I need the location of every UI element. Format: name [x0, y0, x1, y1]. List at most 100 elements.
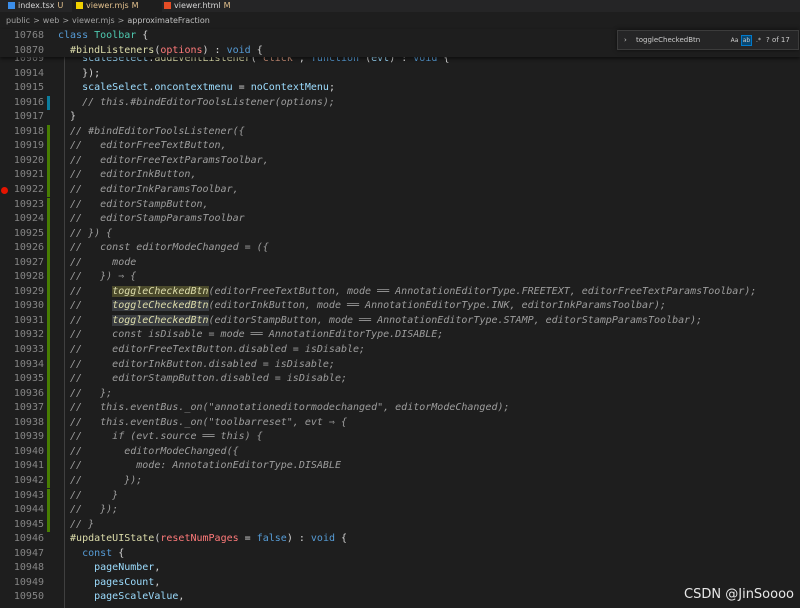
find-input[interactable]: toggleCheckedBtn	[636, 31, 700, 49]
code-token: noContextMenu	[250, 82, 329, 94]
code-line[interactable]: 10932 // const isDisable = mode ══ Annot…	[0, 328, 800, 343]
code-token: // this.eventBus._on("toolbarreset", evt…	[58, 416, 347, 428]
code-line[interactable]: 10925 // }) {	[0, 226, 800, 242]
code-line[interactable]: 10926 // const editorModeChanged = ({	[0, 241, 800, 256]
search-match-highlight: toggleCheckedBtn	[112, 314, 209, 326]
code-token: // editorFreeTextButton,	[58, 140, 227, 152]
code-text: // editorInkButton,	[58, 168, 196, 183]
code-line[interactable]: 10930 // toggleCheckedBtn(editorInkButto…	[0, 299, 800, 314]
git-change-marker	[47, 255, 50, 271]
code-line[interactable]: 10916 // this.#bindEditorToolsListener(o…	[0, 95, 800, 111]
code-token: // editorModeChanged({	[58, 445, 239, 457]
git-change-marker	[47, 168, 50, 183]
line-number: 10939	[13, 431, 44, 443]
code-line[interactable]: 10939 // if (evt.source ══ this) {	[0, 430, 800, 445]
code-line[interactable]: 10915 scaleSelect.oncontextmenu = noCont…	[0, 81, 800, 96]
code-line[interactable]: 10918 // #bindEditorToolsListener({	[0, 124, 800, 140]
code-token: void	[310, 533, 335, 545]
code-editor[interactable]: 10909 scaleSelect.addEventListener("clic…	[0, 57, 800, 608]
breakpoint-icon[interactable]	[1, 186, 8, 194]
code-token: "click"	[256, 57, 299, 64]
code-line[interactable]: 10936 // };	[0, 386, 800, 402]
breadcrumb-item[interactable]: public	[6, 16, 30, 25]
code-line[interactable]: 10934 // editorInkButton.disabled = isDi…	[0, 357, 800, 373]
code-line[interactable]: 10931 // toggleCheckedBtn(editorStampBut…	[0, 313, 800, 329]
line-number: 10930	[13, 300, 44, 312]
code-line[interactable]: 10917 }	[0, 110, 800, 125]
tab-index-tsx[interactable]: index.tsx U	[4, 0, 74, 12]
breadcrumb-item[interactable]: viewer.mjs	[72, 16, 115, 25]
code-line[interactable]: 10940 // editorModeChanged({	[0, 444, 800, 460]
whole-word-toggle[interactable]: ab	[741, 35, 752, 46]
code-token: // if (evt.source ══ this) {	[58, 431, 263, 443]
git-change-marker	[47, 372, 50, 387]
code-token: (	[359, 57, 372, 64]
line-number: 10940	[13, 445, 44, 457]
code-token: oncontextmenu	[154, 82, 233, 94]
code-line[interactable]: 10921 // editorInkButton,	[0, 168, 800, 183]
code-text: // editorInkButton.disabled = isDisable;	[58, 358, 335, 373]
code-token: {	[335, 533, 348, 545]
code-text: // editorModeChanged({	[58, 445, 239, 460]
code-line[interactable]: 10935 // editorStampButton.disabled = is…	[0, 372, 800, 387]
code-text: // #bindEditorToolsListener({	[58, 125, 245, 140]
code-token: // }) {	[58, 227, 113, 239]
code-text: // editorFreeTextButton,	[58, 139, 227, 154]
code-line[interactable]: 10928 // }) ⇒ {	[0, 270, 800, 285]
git-change-marker	[47, 328, 50, 343]
line-number: 10936	[13, 387, 44, 399]
code-token: // const editorModeChanged = ({	[58, 242, 269, 254]
line-number: 10938	[13, 416, 44, 428]
line-number: 10949	[13, 576, 44, 588]
code-line[interactable]: 10923 // editorStampButton,	[0, 197, 800, 212]
code-line[interactable]: 10920 // editorFreeTextParamsToolbar,	[0, 153, 800, 169]
tab-viewer-html[interactable]: viewer.html M	[160, 0, 250, 12]
line-number: 10948	[13, 562, 44, 574]
git-change-marker	[47, 95, 50, 111]
regex-toggle[interactable]: .*	[753, 35, 764, 46]
code-line[interactable]: 10922 // editorInkParamsToolbar,	[0, 182, 800, 198]
git-change-marker	[47, 343, 50, 358]
code-line[interactable]: 10947 const {	[0, 547, 800, 562]
git-change-marker	[47, 313, 50, 329]
code-line[interactable]: 10942 // });	[0, 473, 800, 489]
code-text: const {	[58, 547, 124, 562]
line-number: 10935	[13, 373, 44, 385]
code-line[interactable]: 10924 // editorStampParamsToolbar	[0, 212, 800, 227]
find-widget: › toggleCheckedBtn Aa ab .* ? of 17	[617, 30, 799, 50]
code-line[interactable]: 10945 // }	[0, 517, 800, 533]
code-line[interactable]: 10938 // this.eventBus._on("toolbarreset…	[0, 415, 800, 431]
git-change-marker	[47, 401, 50, 416]
line-number: 10923	[13, 198, 44, 210]
code-token: #bindListeners	[58, 44, 155, 56]
code-token: // editorFreeTextParamsToolbar,	[58, 154, 269, 166]
code-line[interactable]: 10933 // editorFreeTextButton.disabled =…	[0, 343, 800, 358]
line-number: 10947	[13, 547, 44, 559]
match-case-toggle[interactable]: Aa	[729, 35, 740, 46]
git-status-badge: M	[131, 1, 139, 10]
code-line[interactable]: 10949 pagesCount,	[0, 576, 800, 591]
git-change-marker	[47, 284, 50, 300]
code-token: // const isDisable = mode ══ AnnotationE…	[58, 329, 444, 341]
code-line[interactable]: 10914 });	[0, 67, 800, 82]
code-line[interactable]: 10944 // });	[0, 503, 800, 518]
code-line[interactable]: 10909 scaleSelect.addEventListener("clic…	[0, 57, 800, 67]
breadcrumb-item[interactable]: approximateFraction	[127, 16, 209, 25]
code-line[interactable]: 10929 // toggleCheckedBtn(editorFreeText…	[0, 284, 800, 300]
code-line[interactable]: 10919 // editorFreeTextButton,	[0, 139, 800, 154]
code-line[interactable]: 10946 #updateUIState(resetNumPages = fal…	[0, 532, 800, 547]
code-line[interactable]: 10943 // }	[0, 488, 800, 503]
code-text: class Toolbar {	[58, 29, 148, 44]
code-token: // mode	[58, 256, 137, 268]
code-line[interactable]: 10927 // mode	[0, 255, 800, 271]
code-token: (editorFreeTextButton, mode ══ Annotatio…	[208, 285, 757, 297]
tab-viewer-mjs[interactable]: viewer.mjs M	[72, 0, 162, 12]
git-change-marker	[47, 430, 50, 445]
code-line[interactable]: 10950 pageScaleValue,	[0, 590, 800, 605]
code-line[interactable]: 10941 // mode: AnnotationEditorType.DISA…	[0, 459, 800, 474]
toggle-replace-chevron-icon[interactable]: ›	[624, 31, 627, 49]
breadcrumb-item[interactable]: web	[43, 16, 60, 25]
line-number: 10941	[13, 460, 44, 472]
code-line[interactable]: 10948 pageNumber,	[0, 561, 800, 576]
code-line[interactable]: 10937 // this.eventBus._on("annotationed…	[0, 401, 800, 416]
